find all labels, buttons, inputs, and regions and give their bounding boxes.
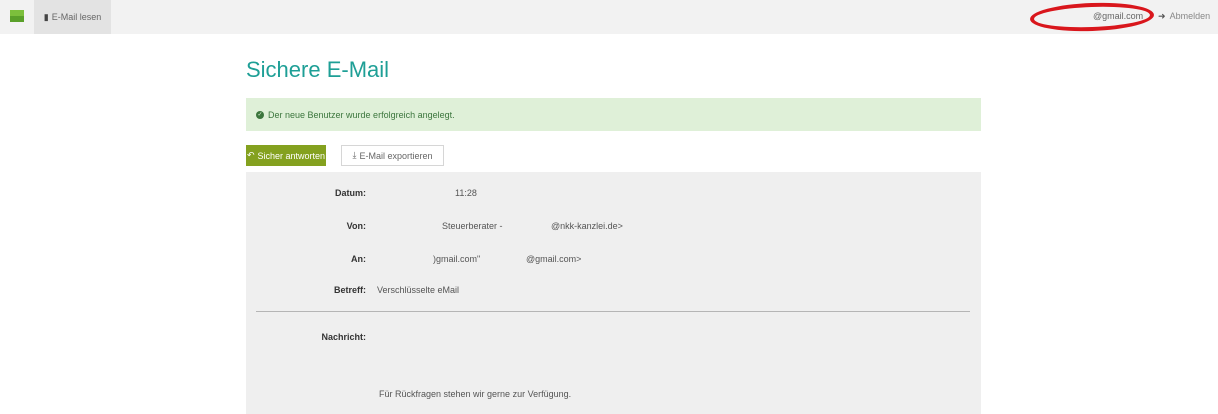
reply-icon: ↶: [246, 150, 255, 160]
to-address: @gmail.com>: [526, 254, 582, 264]
secure-reply-button[interactable]: ↶ Sicher antworten: [246, 145, 326, 166]
subject-value: Verschlüsselte eMail: [377, 285, 460, 295]
section-divider: [256, 311, 970, 312]
to-name: )gmail.com": [433, 254, 481, 264]
nav-read-email[interactable]: ▮ E-Mail lesen: [34, 0, 111, 34]
red-highlight-circle: [1029, 0, 1155, 34]
app-logo[interactable]: [10, 10, 24, 22]
alert-text: Der neue Benutzer wurde erfolgreich ange…: [268, 109, 455, 120]
book-icon: ▮: [43, 11, 49, 22]
logout-label: Abmelden: [1169, 11, 1211, 21]
from-label: Von:: [346, 221, 366, 231]
download-icon: ⤓: [352, 150, 357, 160]
sign-out-icon: ➜: [1158, 11, 1166, 21]
from-address: @nkk-kanzlei.de>: [551, 221, 623, 231]
top-navbar: ▮ E-Mail lesen @gmail.com ➜ Abmelden: [0, 0, 1218, 34]
page-title: Sichere E-Mail: [246, 57, 390, 82]
check-circle-icon: ✓: [256, 110, 264, 119]
nav-read-email-label: E-Mail lesen: [51, 12, 102, 22]
logout-link[interactable]: ➜ Abmelden: [1158, 11, 1210, 22]
export-email-label: E-Mail exportieren: [359, 150, 433, 161]
message-text: Für Rückfragen stehen wir gerne zur Verf…: [379, 389, 572, 399]
to-label: An:: [351, 254, 366, 264]
secure-reply-label: Sicher antworten: [257, 150, 326, 161]
from-name: Steuerberater -: [442, 221, 503, 231]
date-value: 11:28: [455, 188, 477, 198]
date-label: Datum:: [335, 188, 366, 198]
success-alert: ✓ Der neue Benutzer wurde erfolgreich an…: [246, 98, 981, 131]
message-label: Nachricht:: [321, 332, 366, 342]
export-email-button[interactable]: ⤓ E-Mail exportieren: [341, 145, 444, 166]
subject-label: Betreff:: [333, 285, 366, 295]
email-details-panel: Datum: 11:28 Von: Steuerberater - @nkk-k…: [246, 172, 981, 414]
